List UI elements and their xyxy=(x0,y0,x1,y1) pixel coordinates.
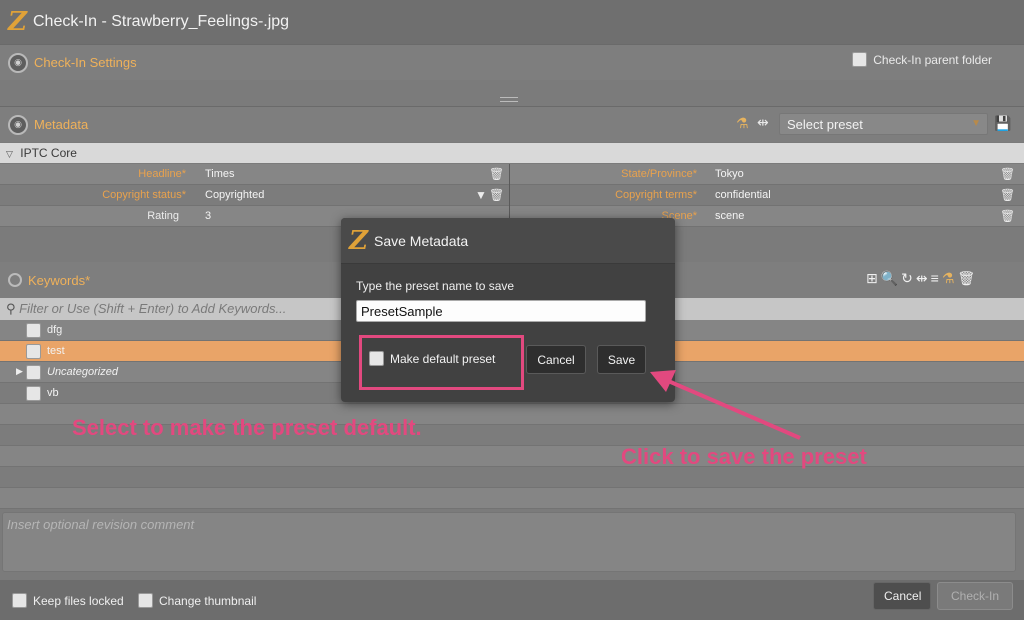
keep-locked-checkbox[interactable] xyxy=(12,593,27,608)
checkin-settings-title: Check-In Settings xyxy=(34,55,137,70)
iptc-core-group-header[interactable]: ▽ IPTC Core xyxy=(0,143,1024,163)
change-thumbnail-option[interactable]: Change thumbnail xyxy=(138,593,256,608)
field-value[interactable]: 3 xyxy=(205,210,211,222)
field-label: Rating xyxy=(147,210,179,222)
annotation-arrow xyxy=(650,370,801,440)
preset-name-input[interactable] xyxy=(356,300,646,322)
dialog-title: Save Metadata xyxy=(373,232,469,249)
checkin-button[interactable]: Check-In xyxy=(937,582,1013,610)
window-title: Check-In - Strawberry_Feelings-.jpg xyxy=(32,13,290,30)
list-settings-icon[interactable]: ≡ xyxy=(931,270,939,287)
comment-placeholder: Insert optional revision comment xyxy=(7,517,195,532)
save-preset-icon[interactable]: 💾 xyxy=(994,116,1011,130)
keyword-checkbox[interactable] xyxy=(26,365,41,380)
field-label: Copyright status* xyxy=(102,189,186,201)
change-thumbnail-label: Change thumbnail xyxy=(159,593,257,608)
zoom-add-icon[interactable]: 🔍 xyxy=(881,270,898,287)
preset-select-value: Select preset xyxy=(787,117,863,132)
field-value[interactable]: Times xyxy=(205,168,235,180)
split-icon[interactable]: ⇹ xyxy=(916,270,928,287)
refresh-icon[interactable]: ↻ xyxy=(901,270,913,287)
trash-icon[interactable]: 🗑 xyxy=(489,167,504,181)
keyword-label: dfg xyxy=(47,324,63,336)
trash-icon[interactable]: 🗑 xyxy=(957,270,975,287)
dialog-header: Z Save Metadata xyxy=(341,218,675,264)
trash-icon[interactable]: 🗑 xyxy=(1000,188,1015,202)
window-titlebar: Z Check-In - Strawberry_Feelings-.jpg xyxy=(0,0,1024,44)
metadata-row: Headline* Times 🗑 State/Province* Tokyo … xyxy=(0,164,1024,185)
keyword-label: Uncategorized xyxy=(47,366,118,378)
dialog-save-button[interactable]: Save xyxy=(597,345,646,374)
field-value[interactable]: Copyrighted xyxy=(205,189,264,201)
empty-row xyxy=(0,446,1024,467)
field-value[interactable]: confidential xyxy=(715,189,771,201)
preset-select[interactable]: Select preset ▼ xyxy=(779,113,988,135)
revision-comment-input[interactable]: Insert optional revision comment xyxy=(2,512,1016,572)
trash-icon[interactable]: 🗑 xyxy=(1000,209,1015,223)
keyword-label: test xyxy=(47,345,65,357)
field-value[interactable]: scene xyxy=(715,210,744,222)
change-thumbnail-checkbox[interactable] xyxy=(138,593,153,608)
default-annotation: Select to make the preset default. xyxy=(72,415,422,440)
chevron-down-icon: ▼ xyxy=(971,118,981,129)
flask-icon[interactable]: ⚗ xyxy=(736,116,749,130)
field-label: Copyright terms* xyxy=(615,189,697,201)
metadata-title: Metadata xyxy=(34,117,89,132)
checkin-parent-folder-option[interactable]: Check-In parent folder xyxy=(852,52,992,67)
keyword-checkbox[interactable] xyxy=(26,344,41,359)
settings-collapse-icon[interactable]: ◉ xyxy=(8,52,28,73)
keyword-checkbox[interactable] xyxy=(26,323,41,338)
keywords-collapse-icon[interactable] xyxy=(8,273,22,287)
app-logo: Z xyxy=(8,7,27,37)
parent-folder-checkbox[interactable] xyxy=(852,52,868,67)
field-value[interactable]: Tokyo xyxy=(715,168,744,180)
filter-placeholder: Filter or Use (Shift + Enter) to Add Key… xyxy=(19,301,287,316)
cancel-button[interactable]: Cancel xyxy=(873,582,931,610)
expand-triangle-icon[interactable]: ▶ xyxy=(16,366,23,377)
parent-folder-label: Check-In parent folder xyxy=(873,52,992,67)
collapse-triangle-icon: ▽ xyxy=(6,149,13,159)
trash-icon[interactable]: 🗑 xyxy=(1000,167,1015,181)
dialog-prompt: Type the preset name to save xyxy=(356,279,515,293)
empty-row xyxy=(0,467,1024,488)
keyword-label: vb xyxy=(47,387,59,399)
keyword-checkbox[interactable] xyxy=(26,386,41,401)
keep-locked-option[interactable]: Keep files locked xyxy=(12,593,124,608)
field-label: State/Province* xyxy=(621,168,697,180)
empty-row xyxy=(0,488,1024,509)
search-icon: ⚲ xyxy=(6,301,16,316)
keywords-title: Keywords* xyxy=(28,272,91,288)
field-label: Headline* xyxy=(138,168,186,180)
dropdown-arrow-icon[interactable]: ▼ xyxy=(475,188,487,202)
keep-locked-label: Keep files locked xyxy=(33,593,124,608)
metadata-row: Copyright status* Copyrighted ▼ 🗑 Copyri… xyxy=(0,185,1024,206)
split-icon[interactable]: ⇹ xyxy=(757,115,769,129)
app-logo: Z xyxy=(349,225,368,256)
resize-handle[interactable] xyxy=(500,97,518,102)
keywords-toolbar: ⊞ 🔍 ↻ ⇹ ≡ ⚗ 🗑 xyxy=(866,270,975,287)
iptc-core-label: IPTC Core xyxy=(20,146,77,160)
highlight-box xyxy=(359,335,524,390)
tree-view-icon[interactable]: ⊞ xyxy=(866,270,878,287)
dialog-cancel-button[interactable]: Cancel xyxy=(526,345,586,374)
flask-icon[interactable]: ⚗ xyxy=(942,270,955,287)
trash-icon[interactable]: 🗑 xyxy=(489,188,504,202)
metadata-collapse-icon[interactable]: ◉ xyxy=(8,114,28,135)
